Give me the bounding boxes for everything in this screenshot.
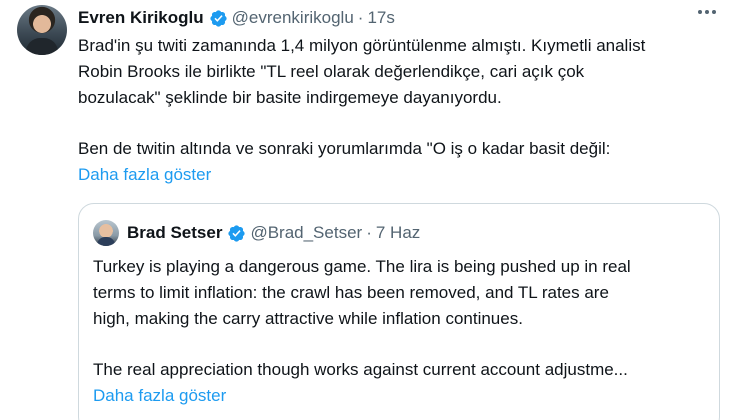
quoted-tweet-header: Brad Setser @Brad_Setser · 7 Haz — [93, 220, 420, 246]
author-handle[interactable]: @evrenkirikoglu — [232, 8, 354, 28]
quoted-show-more-link[interactable]: Daha fazla göster — [93, 383, 713, 409]
quoted-tweet-date: 7 Haz — [375, 223, 421, 242]
quoted-text-line: The real appreciation though works again… — [93, 360, 628, 379]
author-avatar[interactable] — [17, 5, 67, 55]
tweet-text-line: Robin Brooks ile birlikte "TL reel olara… — [78, 62, 585, 81]
separator-dot: · — [366, 223, 372, 242]
tweet-text-line: Brad'in şu twiti zamanında 1,4 milyon gö… — [78, 36, 646, 55]
more-options-icon[interactable] — [698, 10, 716, 14]
quoted-author-display-name: Brad Setser — [127, 223, 223, 242]
verified-badge-icon — [210, 9, 227, 27]
show-more-link[interactable]: Daha fazla göster — [78, 162, 718, 188]
quoted-text-line: terms to limit inflation: the crawl has … — [93, 283, 609, 302]
tweet-text: Brad'in şu twiti zamanında 1,4 milyon gö… — [78, 33, 718, 188]
tweet[interactable]: Evren Kirikoglu @evrenkirikoglu · 17s Br… — [0, 0, 730, 420]
tweet-text-line: Ben de twitin altında ve sonraki yorumla… — [78, 139, 611, 158]
author-display-name[interactable]: Evren Kirikoglu — [78, 8, 204, 28]
quoted-tweet-text: Turkey is playing a dangerous game. The … — [93, 254, 713, 409]
quoted-text-line: Turkey is playing a dangerous game. The … — [93, 257, 631, 276]
quoted-author-handle: @Brad_Setser — [250, 223, 363, 242]
separator-dot: · — [357, 8, 364, 27]
tweet-text-line: bozulacak" şeklinde bir basite indirgeme… — [78, 88, 502, 107]
quoted-author-avatar — [93, 220, 119, 246]
tweet-header: Evren Kirikoglu @evrenkirikoglu · 17s — [78, 6, 395, 30]
quoted-text-line: high, making the carry attractive while … — [93, 309, 523, 328]
tweet-timestamp[interactable]: 17s — [367, 8, 394, 28]
verified-badge-icon — [228, 224, 246, 242]
quoted-tweet[interactable]: Brad Setser @Brad_Setser · 7 Haz Turkey … — [78, 203, 720, 420]
